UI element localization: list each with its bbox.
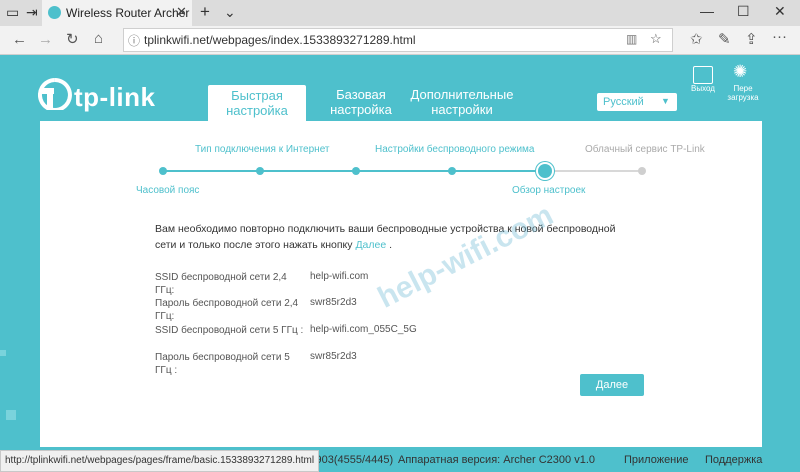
reboot-label: Пере загрузка bbox=[727, 84, 759, 102]
password-24-value: swr85r2d3 bbox=[310, 297, 357, 308]
step-dot-pending bbox=[638, 167, 646, 175]
close-icon[interactable]: ✕ bbox=[176, 4, 187, 20]
address-bar-row: ← → ↻ ⌂ ⓘ tplinkwifi.net/webpages/index.… bbox=[0, 26, 800, 55]
tab-quick-setup[interactable]: Быстрая настройка bbox=[208, 85, 306, 124]
step-dot bbox=[352, 167, 360, 175]
password-5-value: swr85r2d3 bbox=[310, 351, 357, 362]
step-label-connection: Тип подключения к Интернет bbox=[195, 144, 330, 155]
step-dot-current bbox=[538, 164, 552, 178]
step-dot bbox=[256, 167, 264, 175]
reconnect-message: Вам необходимо повторно подключить ваши … bbox=[155, 221, 635, 253]
next-link[interactable]: Далее bbox=[355, 239, 386, 251]
maximize-icon[interactable]: ☐ bbox=[737, 3, 750, 20]
forward-icon[interactable]: → bbox=[38, 31, 53, 48]
ssid-24-value: help-wifi.com bbox=[310, 271, 369, 282]
more-icon[interactable]: ··· bbox=[772, 28, 787, 45]
url-field[interactable]: ⓘ tplinkwifi.net/webpages/index.15338932… bbox=[123, 28, 673, 52]
password-5-label: Пароль беспроводной сети 5 ГГц : bbox=[155, 352, 290, 376]
info-icon[interactable]: ⓘ bbox=[128, 32, 140, 49]
home-icon[interactable]: ⌂ bbox=[94, 30, 103, 47]
reboot-icon[interactable]: ✺ bbox=[733, 62, 747, 82]
logout-label: Выход bbox=[691, 84, 715, 93]
logout-icon[interactable] bbox=[693, 66, 713, 84]
tp-link-logo-text: tp-link bbox=[74, 82, 156, 112]
tab-basic[interactable]: Базовая настройка bbox=[325, 87, 397, 121]
decor-square bbox=[6, 410, 16, 420]
tab-title: Wireless Router Archer bbox=[66, 6, 190, 20]
chevron-down-icon[interactable]: ⌄ bbox=[224, 4, 236, 21]
language-select[interactable]: Русский ▼ bbox=[597, 93, 677, 111]
step-label-cloud: Облачный сервис TP-Link bbox=[585, 144, 705, 155]
ssid-24-label: SSID беспроводной сети 2,4 ГГц: bbox=[155, 272, 287, 296]
pen-icon[interactable]: ✎ bbox=[718, 30, 731, 48]
tab-list-icon[interactable]: ▭ bbox=[6, 4, 19, 21]
reading-view-icon[interactable]: ▥ bbox=[626, 32, 637, 46]
ssid-5-label: SSID беспроводной сети 5 ГГц : bbox=[155, 325, 304, 336]
step-label-wireless: Настройки беспроводного режима bbox=[375, 144, 535, 155]
next-button[interactable]: Далее bbox=[580, 374, 644, 396]
tab-advanced[interactable]: Дополнительные настройки bbox=[406, 87, 518, 121]
app-link[interactable]: Приложение bbox=[624, 454, 689, 466]
site-favicon-icon bbox=[48, 6, 61, 19]
status-bar-url: http://tplinkwifi.net/webpages/pages/fra… bbox=[0, 450, 320, 472]
step-label-summary: Обзор настроек bbox=[512, 185, 586, 196]
browser-tab[interactable]: Wireless Router Archer ✕ bbox=[42, 0, 192, 26]
favorites-hub-icon[interactable]: ✩ bbox=[690, 30, 703, 48]
password-24-label: Пароль беспроводной сети 2,4 ГГц: bbox=[155, 298, 299, 322]
step-dot bbox=[159, 167, 167, 175]
language-value: Русский bbox=[603, 96, 644, 108]
favorite-star-icon[interactable]: ☆ bbox=[650, 31, 662, 47]
url-text: tplinkwifi.net/webpages/index.1533893271… bbox=[144, 33, 416, 47]
browser-tab-bar: ▭ ⇥ Wireless Router Archer ✕ + ⌄ — ☐ ✕ bbox=[0, 0, 800, 26]
support-link[interactable]: Поддержка bbox=[705, 454, 762, 466]
message-dot: . bbox=[389, 239, 393, 251]
window-close-icon[interactable]: ✕ bbox=[774, 3, 786, 20]
back-icon[interactable]: ← bbox=[12, 31, 27, 48]
share-icon[interactable]: ⇪ bbox=[745, 30, 758, 48]
chevron-down-icon: ▼ bbox=[661, 96, 670, 106]
tab-preview-icon[interactable]: ⇥ bbox=[26, 4, 38, 21]
refresh-icon[interactable]: ↻ bbox=[66, 30, 79, 48]
tp-link-logo-icon bbox=[38, 78, 72, 110]
step-dot bbox=[448, 167, 456, 175]
minimize-icon[interactable]: — bbox=[700, 3, 714, 19]
ssid-5-value: help-wifi.com_055C_5G bbox=[310, 324, 417, 335]
hardware-version: Аппаратная версия: Archer C2300 v1.0 bbox=[398, 454, 595, 466]
decor-square bbox=[0, 350, 6, 356]
step-label-timezone: Часовой пояс bbox=[136, 185, 200, 196]
new-tab-icon[interactable]: + bbox=[200, 2, 210, 22]
